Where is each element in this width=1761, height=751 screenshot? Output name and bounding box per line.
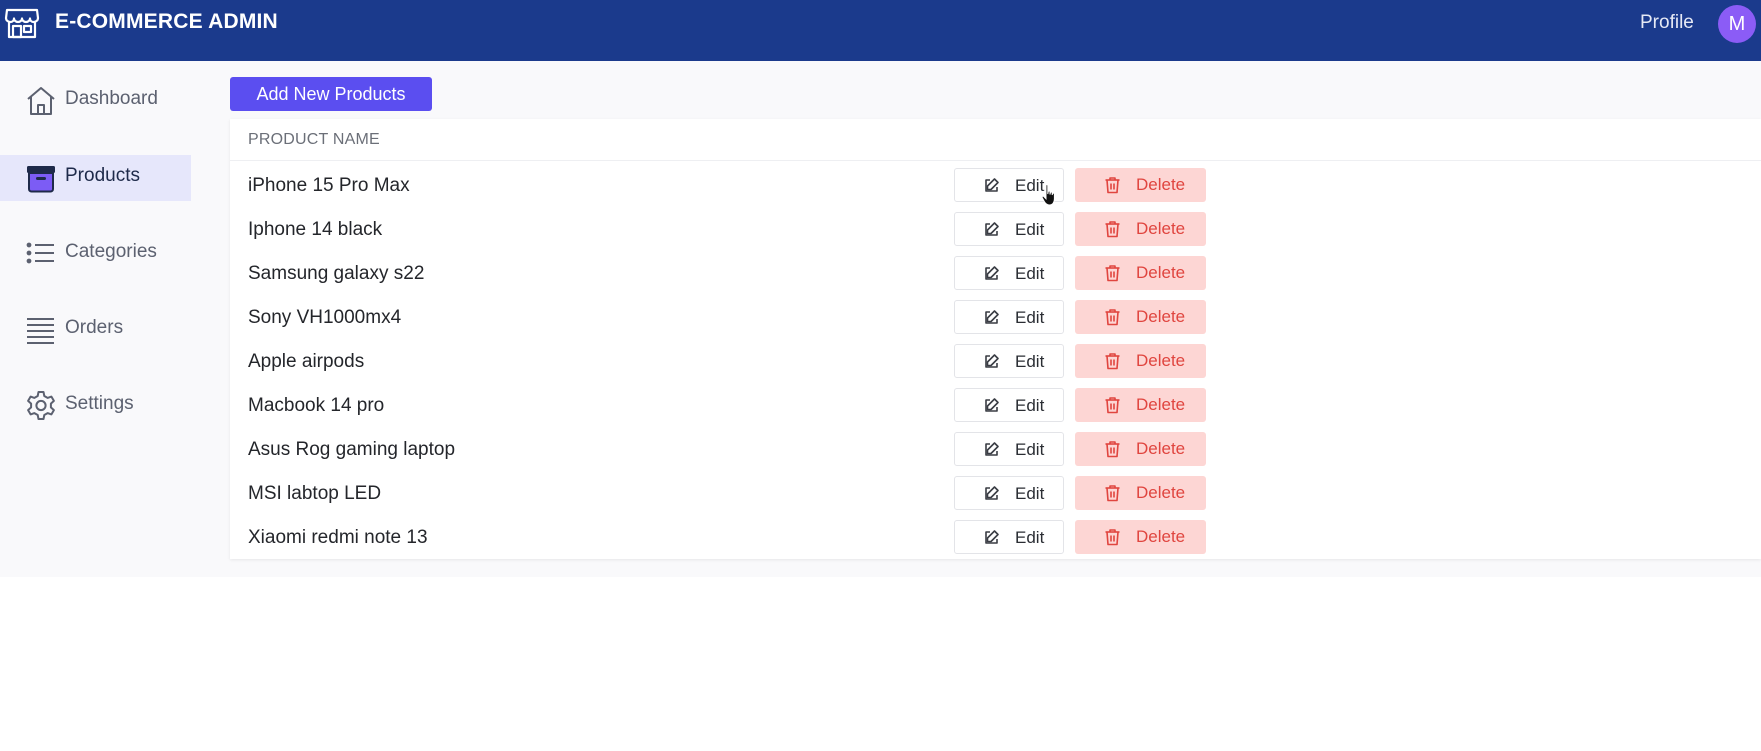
sidebar-item-categories[interactable]: Categories [0,231,191,277]
list-icon [26,242,54,264]
sidebar-item-orders[interactable]: Orders [0,307,191,353]
edit-button[interactable]: Edit [954,388,1064,422]
sidebar-item-label: Orders [65,317,124,338]
product-name: Apple airpods [248,351,365,372]
delete-button[interactable]: Delete [1075,520,1206,554]
delete-label: Delete [1136,263,1186,282]
edit-label: Edit [1015,264,1045,283]
delete-button[interactable]: Delete [1075,432,1206,466]
delete-button[interactable]: Delete [1075,388,1206,422]
edit-button[interactable]: Edit [954,300,1064,334]
add-new-products-button[interactable]: Add New Products [230,77,432,111]
trash-icon [1105,397,1120,414]
edit-icon [985,222,999,236]
gear-icon [27,391,55,420]
trash-icon [1105,309,1120,326]
delete-button[interactable]: Delete [1075,212,1206,246]
sidebar-item-settings[interactable]: Settings [0,383,191,429]
top-navbar: E-COMMERCE ADMIN Profile M [0,0,1761,61]
table-row: Asus Rog gaming laptop Edit Delete [230,428,1761,472]
sidebar-item-dashboard[interactable]: Dashboard [0,78,191,124]
product-name: Asus Rog gaming laptop [248,439,456,460]
trash-icon [1105,353,1120,370]
product-name: Macbook 14 pro [248,395,385,416]
delete-label: Delete [1136,483,1186,502]
delete-button[interactable]: Delete [1075,344,1206,378]
table-row: Xiaomi redmi note 13 Edit Delete [230,516,1761,560]
product-name: Iphone 14 black [248,219,383,240]
trash-icon [1105,221,1120,238]
delete-label: Delete [1136,395,1186,414]
table-row: iPhone 15 Pro Max Edit Delete [230,164,1761,208]
delete-button[interactable]: Delete [1075,476,1206,510]
delete-label: Delete [1136,175,1186,194]
trash-icon [1105,265,1120,282]
edit-label: Edit [1015,308,1045,327]
table-row: Apple airpods Edit Delete [230,340,1761,384]
product-name: iPhone 15 Pro Max [248,175,410,196]
app-root: E-COMMERCE ADMIN Profile M Dashboard Pro… [0,0,1761,751]
table-row: Sony VH1000mx4 Edit Delete [230,296,1761,340]
edit-icon [985,310,999,324]
edit-button[interactable]: Edit [954,212,1064,246]
stacked-lines-icon [27,318,54,344]
delete-button[interactable]: Delete [1075,300,1206,334]
edit-label: Edit [1015,528,1045,547]
products-table: PRODUCT NAME iPhone 15 Pro Max Edit Dele… [230,119,1761,559]
sidebar: Dashboard Products Categories Orders Set… [0,61,218,577]
edit-icon [985,354,999,368]
table-row: Macbook 14 pro Edit Delete [230,384,1761,428]
sidebar-item-products[interactable]: Products [0,155,191,201]
edit-icon [985,266,999,280]
product-name: Samsung galaxy s22 [248,263,425,284]
profile-link[interactable]: Profile [1640,12,1694,34]
column-header-product-name: PRODUCT NAME [248,131,380,148]
edit-button[interactable]: Edit [954,344,1064,378]
delete-label: Delete [1136,527,1186,546]
product-name: Sony VH1000mx4 [248,307,402,328]
sidebar-item-label: Settings [65,393,134,414]
trash-icon [1105,441,1120,458]
delete-button[interactable]: Delete [1075,256,1206,290]
edit-icon [985,530,999,544]
delete-label: Delete [1136,439,1186,458]
hand-pointer-icon [1041,184,1055,206]
edit-button[interactable]: Edit [954,432,1064,466]
app-title: E-COMMERCE ADMIN [55,10,278,33]
edit-button[interactable]: Edit [954,476,1064,510]
table-row: Iphone 14 black Edit Delete [230,208,1761,252]
edit-label: Edit [1015,396,1045,415]
delete-button[interactable]: Delete [1075,168,1206,202]
sidebar-item-label: Products [65,165,140,186]
edit-label: Edit [1015,484,1045,503]
edit-button[interactable]: Edit [954,256,1064,290]
edit-button[interactable]: Edit [954,520,1064,554]
edit-label: Edit [1015,440,1045,459]
archive-box-icon [27,166,55,193]
delete-label: Delete [1136,351,1186,370]
edit-icon [985,486,999,500]
edit-icon [985,398,999,412]
product-name: Xiaomi redmi note 13 [248,527,428,548]
store-icon [4,8,40,39]
delete-label: Delete [1136,307,1186,326]
delete-label: Delete [1136,219,1186,238]
edit-label: Edit [1015,176,1045,195]
edit-icon [985,178,999,192]
edit-icon [985,442,999,456]
edit-label: Edit [1015,352,1045,371]
trash-icon [1105,177,1120,194]
table-row: MSI labtop LED Edit Delete [230,472,1761,516]
header-divider [230,160,1761,161]
table-row: Samsung galaxy s22 Edit Delete [230,252,1761,296]
trash-icon [1105,485,1120,502]
sidebar-item-label: Categories [65,241,157,262]
sidebar-item-label: Dashboard [65,88,158,109]
product-name: MSI labtop LED [248,483,382,504]
user-avatar[interactable]: M [1718,5,1756,43]
trash-icon [1105,529,1120,546]
home-icon [27,87,55,115]
edit-label: Edit [1015,220,1045,239]
